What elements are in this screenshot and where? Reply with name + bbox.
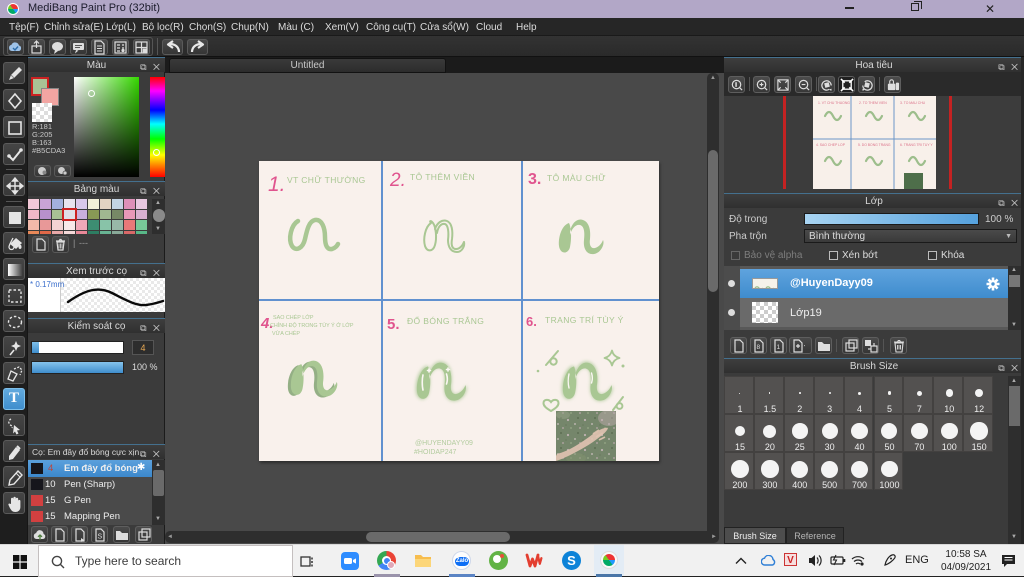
svg-text:1.: 1. — [268, 173, 286, 196]
svg-text:#HOIDAP247: #HOIDAP247 — [414, 449, 457, 456]
svg-text:6. TRANG TRI TUY Y: 6. TRANG TRI TUY Y — [900, 143, 933, 147]
svg-text:SAO CHÉP LỚP: SAO CHÉP LỚP — [273, 314, 314, 321]
svg-text:CHỈNH ĐỘ TRONG TÙY Ý Ở LỚP: CHỈNH ĐỘ TRONG TÙY Ý Ở LỚP — [270, 322, 354, 329]
svg-text:5. DO BONG TRANG: 5. DO BONG TRANG — [858, 143, 891, 147]
svg-text:1: 1 — [777, 344, 781, 351]
svg-text:VỪA CHÉP: VỪA CHÉP — [272, 330, 300, 337]
svg-text:2.: 2. — [389, 170, 406, 191]
svg-text:3. TO MAU CHU: 3. TO MAU CHU — [900, 101, 926, 105]
svg-text:TÔ MÀU CHỮ: TÔ MÀU CHỮ — [547, 173, 606, 183]
svg-text:ĐỔ BÓNG TRẮNG: ĐỔ BÓNG TRẮNG — [407, 315, 484, 326]
svg-text:TÔ THÊM VIỀN: TÔ THÊM VIỀN — [410, 172, 475, 182]
svg-text:1. VT CHU THUONG: 1. VT CHU THUONG — [818, 101, 850, 105]
svg-text:S: S — [98, 534, 103, 541]
svg-text:2. TO THEM VIEN: 2. TO THEM VIEN — [859, 101, 887, 105]
svg-text:4. SAO CHEP LOP: 4. SAO CHEP LOP — [816, 143, 846, 147]
svg-text:8: 8 — [757, 344, 761, 351]
svg-text:VT CHỮ THƯỜNG: VT CHỮ THƯỜNG — [287, 175, 366, 185]
svg-text:TRANG TRÍ TÙY Ý: TRANG TRÍ TÙY Ý — [545, 315, 624, 325]
svg-text:3.: 3. — [528, 171, 541, 188]
svg-text:@HUYENDAYY09: @HUYENDAYY09 — [415, 440, 473, 447]
svg-text:6.: 6. — [526, 314, 537, 329]
svg-text:5.: 5. — [387, 316, 400, 333]
